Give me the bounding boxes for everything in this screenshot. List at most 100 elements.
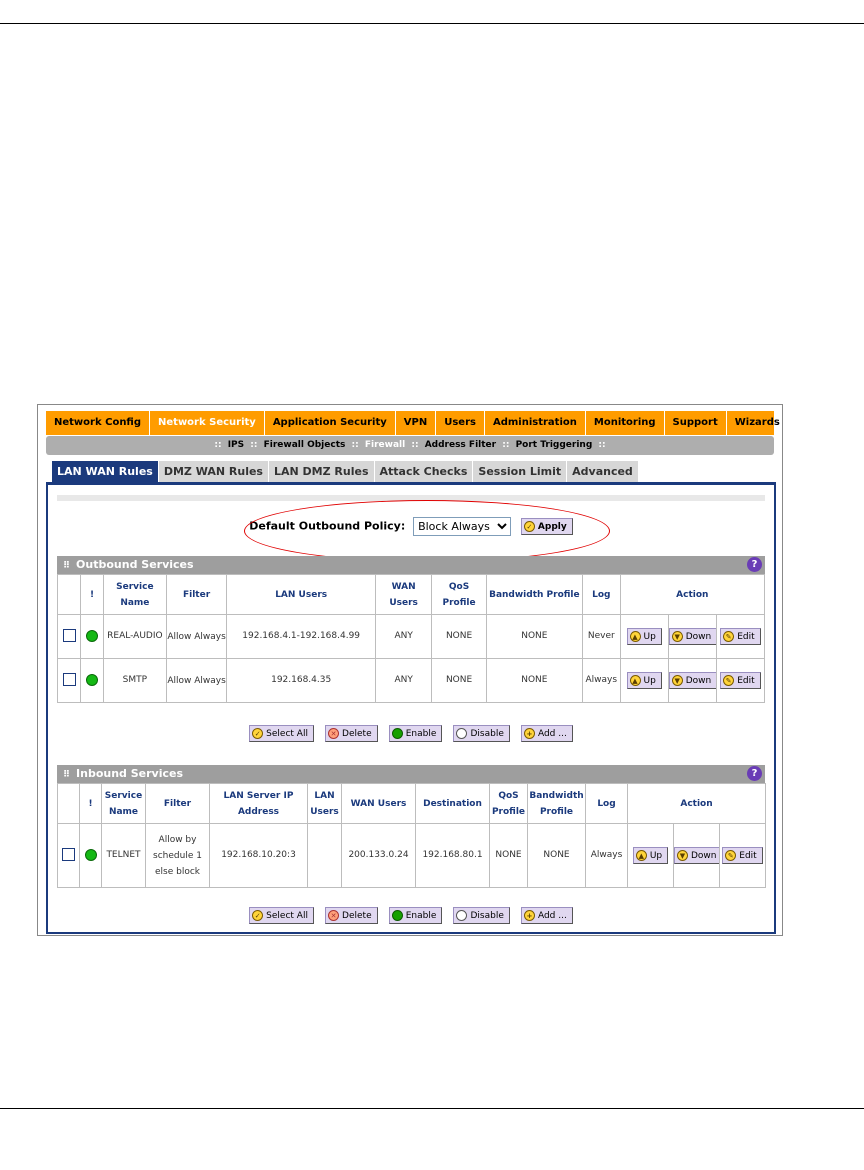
row-checkbox[interactable] bbox=[62, 848, 75, 861]
subnav-port-triggering[interactable]: Port Triggering bbox=[516, 440, 593, 450]
up-label: Up bbox=[649, 851, 663, 861]
col-select bbox=[57, 783, 80, 824]
delete-button[interactable]: ✕ Delete bbox=[325, 725, 378, 742]
lan-users-value: 192.168.4.1-192.168.4.99 bbox=[226, 614, 376, 659]
arrow-down-icon: ▼ bbox=[671, 631, 683, 642]
disable-label: Disable bbox=[470, 911, 504, 921]
nav-application-security[interactable]: Application Security bbox=[265, 411, 396, 435]
add-button[interactable]: + Add ... bbox=[520, 725, 573, 742]
col-status: ! bbox=[79, 783, 102, 824]
subnav-firewall[interactable]: Firewall bbox=[365, 440, 405, 450]
tab-lan-dmz-rules[interactable]: LAN DMZ Rules bbox=[268, 461, 375, 482]
disable-button[interactable]: Disable bbox=[453, 725, 510, 742]
row-checkbox[interactable] bbox=[62, 629, 76, 642]
down-button[interactable]: ▼ Down bbox=[669, 628, 716, 645]
disable-label: Disable bbox=[470, 729, 504, 739]
help-icon[interactable]: ? bbox=[747, 766, 762, 781]
nav-network-config[interactable]: Network Config bbox=[46, 411, 151, 435]
down-label: Down bbox=[685, 676, 712, 686]
tab-advanced[interactable]: Advanced bbox=[567, 461, 639, 482]
service-name: TELNET bbox=[101, 823, 146, 888]
up-button[interactable]: ▲ Up bbox=[626, 628, 662, 645]
nav-support[interactable]: Support bbox=[665, 411, 727, 435]
inbound-header-row: ! Service Name Filter LAN Server IP Addr… bbox=[57, 783, 766, 824]
bandwidth-value: NONE bbox=[485, 658, 583, 703]
lan-wan-rules-panel: Default Outbound Policy: Block Always ✓ A… bbox=[46, 482, 776, 934]
delete-x-icon: ✕ bbox=[328, 728, 340, 739]
subnav-separator: :: bbox=[598, 440, 606, 450]
subnav-separator: :: bbox=[411, 440, 419, 450]
checkmark-icon: ✓ bbox=[252, 728, 264, 739]
inbound-services-header: ⠿ Inbound Services ? bbox=[57, 765, 765, 783]
table-row: TELNET Allow by schedule 1 else block 19… bbox=[57, 823, 766, 888]
add-button[interactable]: + Add ... bbox=[520, 907, 573, 924]
select-all-button[interactable]: ✓ Select All bbox=[249, 907, 314, 924]
filter-value: Allow by schedule 1 else block bbox=[145, 823, 210, 888]
nav-vpn[interactable]: VPN bbox=[396, 411, 437, 435]
subnav-ips[interactable]: IPS bbox=[228, 440, 244, 450]
add-label: Add ... bbox=[537, 911, 567, 921]
disable-button[interactable]: Disable bbox=[453, 907, 510, 924]
nav-network-security[interactable]: Network Security bbox=[150, 411, 265, 435]
outbound-title: Outbound Services bbox=[76, 558, 194, 571]
pencil-icon: ✎ bbox=[723, 631, 735, 642]
tab-bar: LAN WAN Rules DMZ WAN Rules LAN DMZ Rule… bbox=[52, 461, 639, 482]
table-row: REAL-AUDIO Allow Always 192.168.4.1-192.… bbox=[57, 614, 766, 659]
col-lan-users: LAN Users bbox=[226, 574, 376, 615]
service-name: REAL-AUDIO bbox=[103, 614, 167, 659]
lan-users-value: 192.168.4.35 bbox=[226, 658, 376, 703]
table-row: SMTP Allow Always 192.168.4.35 ANY NONE … bbox=[57, 658, 766, 703]
enable-label: Enable bbox=[405, 729, 437, 739]
enable-label: Enable bbox=[405, 911, 437, 921]
down-label: Down bbox=[685, 632, 712, 642]
arrow-up-icon: ▲ bbox=[635, 850, 647, 861]
arrow-up-icon: ▲ bbox=[629, 631, 641, 642]
plus-icon: + bbox=[523, 910, 535, 921]
select-all-button[interactable]: ✓ Select All bbox=[249, 725, 314, 742]
col-lan-users: LAN Users bbox=[307, 783, 342, 824]
add-label: Add ... bbox=[537, 729, 567, 739]
col-action: Action bbox=[619, 574, 766, 615]
up-label: Up bbox=[643, 676, 656, 686]
col-log: Log bbox=[581, 574, 621, 615]
grip-icon: ⠿ bbox=[63, 561, 71, 571]
nav-wizards[interactable]: Wizards bbox=[727, 411, 782, 435]
edit-label: Edit bbox=[737, 632, 755, 642]
down-button[interactable]: ▼ Down bbox=[669, 672, 716, 689]
subnav-address-filter[interactable]: Address Filter bbox=[425, 440, 496, 450]
subnav-separator: :: bbox=[502, 440, 510, 450]
up-button[interactable]: ▲ Up bbox=[632, 847, 669, 864]
pencil-icon: ✎ bbox=[723, 675, 735, 686]
down-button[interactable]: ▼ Down bbox=[674, 847, 719, 864]
col-lan-server-ip: LAN Server IP Address bbox=[209, 783, 308, 824]
outbound-bulk-actions: ✓ Select All ✕ Delete Enable Disable + Add … bbox=[48, 723, 774, 742]
tab-attack-checks[interactable]: Attack Checks bbox=[374, 461, 474, 482]
nav-administration[interactable]: Administration bbox=[485, 411, 586, 435]
select-all-label: Select All bbox=[266, 729, 308, 739]
subnav-firewall-objects[interactable]: Firewall Objects bbox=[264, 440, 346, 450]
status-enabled-icon bbox=[86, 673, 98, 686]
sub-navigation: :: IPS :: Firewall Objects :: Firewall :… bbox=[46, 436, 774, 455]
edit-button[interactable]: ✎ Edit bbox=[720, 628, 761, 645]
nav-users[interactable]: Users bbox=[436, 411, 485, 435]
up-button[interactable]: ▲ Up bbox=[626, 672, 662, 689]
tab-session-limit[interactable]: Session Limit bbox=[473, 461, 568, 482]
col-service-name: Service Name bbox=[103, 574, 167, 615]
tab-lan-wan-rules[interactable]: LAN WAN Rules bbox=[52, 461, 159, 482]
help-icon[interactable]: ? bbox=[747, 557, 762, 572]
nav-monitoring[interactable]: Monitoring bbox=[586, 411, 665, 435]
edit-button[interactable]: ✎ Edit bbox=[722, 847, 763, 864]
tab-dmz-wan-rules[interactable]: DMZ WAN Rules bbox=[158, 461, 269, 482]
enable-button[interactable]: Enable bbox=[388, 907, 443, 924]
bandwidth-value: NONE bbox=[527, 823, 586, 888]
page-top-rule bbox=[0, 23, 864, 24]
inbound-services-table: ! Service Name Filter LAN Server IP Addr… bbox=[57, 783, 766, 888]
status-enabled-icon bbox=[84, 848, 97, 861]
edit-button[interactable]: ✎ Edit bbox=[720, 672, 761, 689]
enable-button[interactable]: Enable bbox=[388, 725, 443, 742]
col-destination: Destination bbox=[415, 783, 490, 824]
row-checkbox[interactable] bbox=[62, 673, 76, 686]
up-label: Up bbox=[643, 632, 656, 642]
delete-button[interactable]: ✕ Delete bbox=[325, 907, 378, 924]
filter-value: Allow Always bbox=[165, 658, 228, 703]
